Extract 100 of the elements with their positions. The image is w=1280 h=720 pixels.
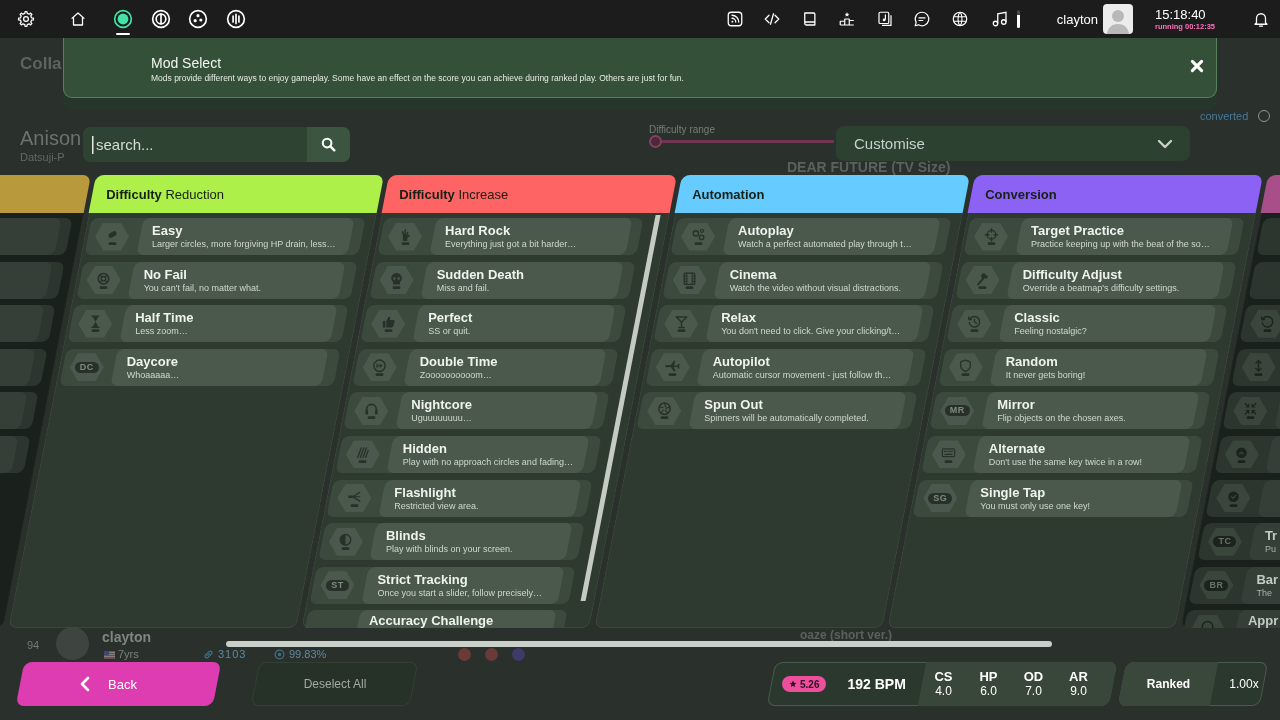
mod-acronym: BR — [1199, 571, 1234, 600]
mod-description: It never gets boring! — [1005, 369, 1086, 381]
mod-card[interactable]: Difficulty Adjust Override a beatmap's difficulty settings. — [955, 261, 1237, 299]
mod-card[interactable]: Classic Feeling nostalgic? — [946, 305, 1228, 343]
mod-acronym: SG — [923, 484, 958, 513]
mod-title: Autoplay — [738, 223, 795, 238]
code-icon[interactable] — [763, 10, 782, 28]
bell-icon[interactable] — [1252, 10, 1270, 28]
mod-card[interactable]: Sudden Death Miss and fail. — [369, 261, 636, 299]
column-title: Difficulty Reduction — [106, 186, 225, 202]
mod-card[interactable]: No Fail You can't fail, no matter what. — [76, 261, 358, 299]
clock-time: 15:18:40 — [1155, 7, 1207, 21]
stat-value: 6.0 — [980, 684, 997, 698]
stat-label: OD — [1023, 670, 1044, 685]
mod-card[interactable]: SG Single Tap You must only use one key! — [912, 479, 1194, 517]
home-icon[interactable] — [69, 10, 87, 28]
stat-value: 9.0 — [1070, 684, 1087, 698]
close-button[interactable] — [1190, 59, 1204, 73]
bars-ring-icon[interactable] — [225, 9, 246, 29]
mod-description: Don't use the same key twice in a row! — [988, 456, 1143, 468]
mod-card[interactable]: Target Practice Practice keeping up with the beat of the so… — [963, 218, 1245, 255]
mod-title: Autopilot — [712, 353, 771, 369]
mod-card[interactable]: Autopilot Automatic cursor movement - just follow th… — [645, 348, 927, 386]
mod-card[interactable]: Perfect SS or quit. — [360, 305, 627, 343]
mod-title: Perfect — [428, 310, 473, 326]
mod-description: Watch a perfect automated play through t… — [738, 239, 912, 250]
header-description: Mods provide different ways to enjoy gameplay. Some have an effect on the score you can achieve during ranked play. Others are just for fun. — [151, 73, 685, 84]
mod-card[interactable]: Flashlight Restricted view area. — [326, 479, 593, 517]
mod-title: Appr — [1248, 613, 1279, 628]
mod-card[interactable]: Easy Larger circles, more forgiving HP drain, less… — [84, 218, 366, 255]
mod-card[interactable]: Alternate Don't use the same key twice in a row! — [921, 435, 1203, 473]
header-title: Mod Select — [151, 55, 223, 72]
mod-title: Mirror — [997, 397, 1036, 413]
music-sheet-icon[interactable] — [875, 10, 894, 28]
mod-description: Once you start a slider, follow precisely… — [377, 587, 542, 599]
mod-title: Easy — [152, 223, 184, 238]
mod-description: Everything just got a bit harder… — [445, 239, 577, 250]
mod-description: Zoooooooooom… — [419, 369, 493, 381]
mod-card[interactable]: ST Strict Tracking Once you start a slider, follow precisely… — [309, 566, 576, 604]
mod-description: Less zoom… — [135, 326, 189, 338]
chain-link-icon — [203, 649, 214, 660]
mod-title: Hard Rock — [445, 223, 512, 238]
horizontal-scrollbar-thumb[interactable] — [226, 641, 1052, 647]
chat-bubble-icon[interactable] — [913, 10, 932, 28]
mod-description: SS or quit. — [428, 326, 472, 338]
mod-card[interactable]: Autoplay Watch a perfect automated play through t… — [670, 218, 952, 255]
feed-icon[interactable] — [725, 10, 744, 28]
mod-acronym: MR — [940, 396, 975, 425]
mod-card[interactable]: Relax You don't need to click. Give your clicking/t… — [653, 305, 935, 343]
difficulty-range-label: Difficulty range — [649, 124, 715, 135]
back-button[interactable]: Back — [16, 662, 222, 706]
stat-label: AR — [1069, 670, 1088, 685]
mod-title: Flashlight — [394, 484, 457, 500]
score-rank: 94 — [27, 639, 40, 651]
mod-card[interactable]: Hidden Play with no approach circles and fading… — [335, 435, 602, 473]
mod-title: Blinds — [385, 528, 427, 544]
active-tab-indicator — [116, 32, 130, 35]
mod-description: Miss and fail. — [436, 282, 491, 294]
range-slider-thumb[interactable] — [649, 135, 662, 148]
mod-card[interactable]: Blinds Play with blinds on your screen. — [318, 523, 585, 561]
chevron-down-icon — [1157, 138, 1173, 149]
split-ring-icon[interactable] — [150, 9, 171, 29]
score-multiplier: 1.00x — [1228, 677, 1260, 691]
mod-title: Difficulty Adjust — [1022, 266, 1123, 282]
preset-dropdown[interactable]: Customise — [836, 126, 1190, 161]
globe-icon[interactable] — [950, 10, 969, 28]
mod-card[interactable]: Double Time Zoooooooooom… — [352, 348, 619, 386]
stat-label: HP — [979, 670, 998, 685]
search-field[interactable]: search... — [83, 127, 307, 162]
mod-description: Override a beatmap's difficulty settings. — [1022, 282, 1180, 294]
mod-title: Tr — [1264, 528, 1278, 544]
username[interactable]: clayton — [1056, 11, 1098, 27]
mod-description: Automatic cursor movement - just follow th… — [712, 369, 892, 381]
mod-card[interactable]: Random It never gets boring! — [938, 348, 1220, 386]
volume-track[interactable] — [1016, 10, 1020, 28]
three-dots-ring-icon[interactable] — [188, 9, 209, 29]
mod-card[interactable]: Half Time Less zoom… — [67, 305, 349, 343]
chevron-left-icon — [80, 676, 90, 692]
mod-card[interactable]: DC Daycore Whoaaaaa… — [59, 348, 341, 386]
mod-title: Half Time — [135, 310, 194, 326]
column-title: Difficulty Increase — [399, 186, 509, 202]
mod-card[interactable]: Nightcore Uguuuuuuuu… — [343, 392, 610, 430]
music-note-icon[interactable] — [990, 10, 1009, 28]
range-slider-track[interactable] — [662, 140, 834, 143]
search-button[interactable] — [307, 127, 350, 162]
podium-icon[interactable] — [838, 10, 857, 28]
mod-card[interactable]: MR Mirror Flip objects on the chosen axes. — [929, 392, 1211, 430]
mod-description: Flip objects on the chosen axes. — [997, 413, 1126, 425]
round-mod-icon — [458, 648, 471, 661]
player-name: clayton — [102, 629, 151, 645]
mod-description: Restricted view area. — [394, 500, 479, 512]
mod-description: Play with blinds on your screen. — [385, 544, 513, 556]
mod-card[interactable]: Cinema Watch the video without visual distractions. — [662, 261, 944, 299]
mod-description: Feeling nostalgic? — [1014, 326, 1087, 338]
mod-title: Target Practice — [1031, 223, 1126, 238]
mod-card[interactable]: Hard Rock Everything just got a bit harder… — [377, 218, 644, 255]
close-icon — [1190, 59, 1204, 73]
ring-with-dot-icon[interactable] — [113, 9, 133, 29]
settings-icon[interactable] — [17, 10, 35, 28]
mod-card[interactable]: Spun Out Spinners will be automatically completed. — [636, 392, 918, 430]
